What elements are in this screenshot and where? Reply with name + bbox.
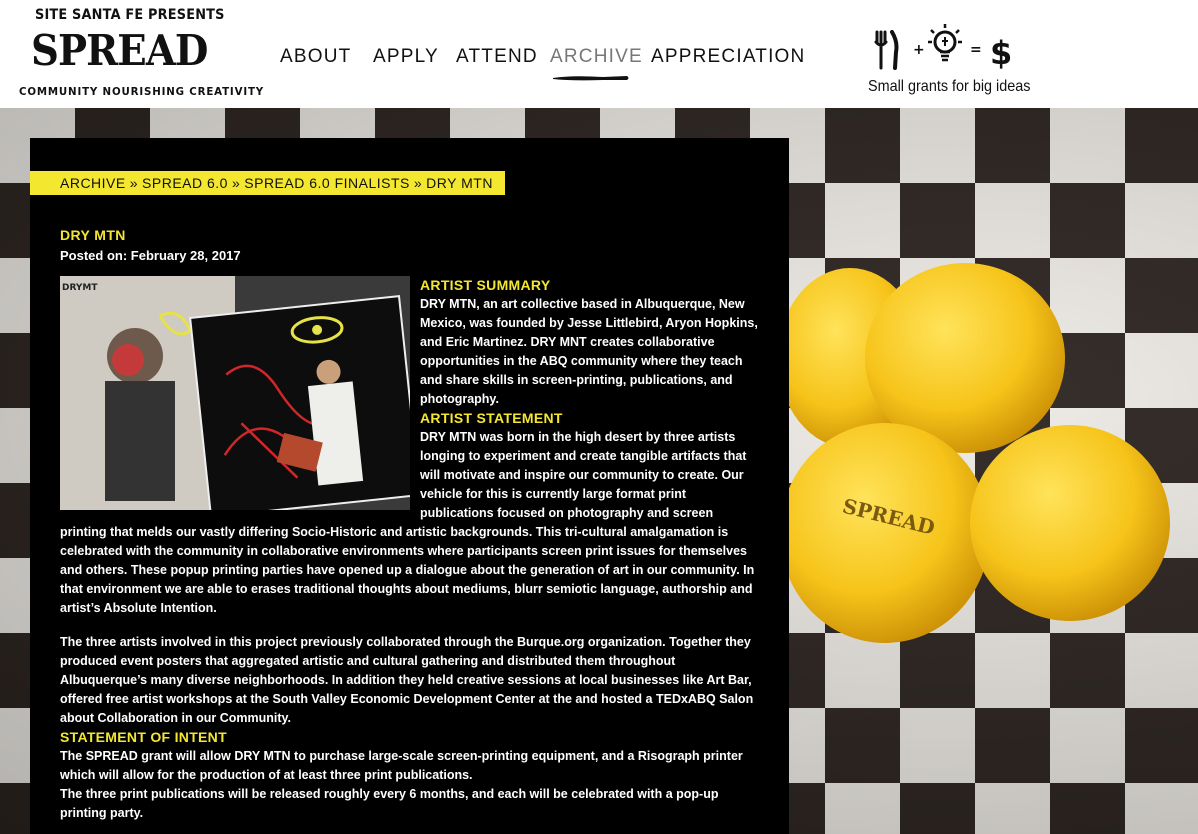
intent-text-2: The three print publications will be rel… (60, 787, 719, 820)
nav-archive[interactable]: ARCHIVE (550, 46, 643, 68)
content-panel: ARCHIVE» SPREAD 6.0» SPREAD 6.0 FINALISTS»… (30, 138, 789, 834)
breadcrumb-separator: » (413, 175, 423, 191)
breadcrumb-separator: » (231, 175, 241, 191)
grants-tagline: Small grants for big ideas (868, 78, 1031, 95)
posted-label: Posted on: (60, 248, 128, 263)
post-featured-image[interactable]: DRYMT (60, 276, 410, 510)
lightbulb-icon (928, 24, 962, 62)
nav-apply[interactable]: APPLY (373, 46, 439, 68)
posted-date: February 28, 2017 (130, 248, 241, 263)
image-label: DRYMT (62, 283, 98, 293)
intent-text-1: The SPREAD grant will allow DRY MTN to p… (60, 749, 743, 782)
svg-text:+: + (913, 42, 925, 58)
breadcrumb: ARCHIVE» SPREAD 6.0» SPREAD 6.0 FINALISTS»… (30, 171, 505, 195)
statement-of-intent-heading: STATEMENT OF INTENT (60, 729, 227, 745)
collaboration-text: The three artists involved in this proje… (60, 635, 754, 725)
svg-text:=: = (970, 42, 982, 58)
post-title: DRY MTN (60, 227, 126, 243)
logo-tagline: COMMUNITY NOURISHING CREATIVITY (19, 85, 265, 98)
breadcrumb-spread-6[interactable]: SPREAD 6.0 (142, 175, 228, 191)
post-meta: Posted on: February 28, 2017 (60, 248, 241, 263)
breadcrumb-separator: » (129, 175, 139, 191)
fork-knife-icon (874, 30, 899, 70)
site-header: SITE SANTA FE PRESENTS SPREAD COMMUNITY … (0, 0, 1198, 108)
lemons-image: SPREAD (780, 263, 1170, 643)
logo-wordmark: SPREAD (31, 26, 208, 75)
grants-equation: + = $ (874, 24, 1012, 70)
post-body: DRYMT ARTIST SUMMARY DRY MTN, an art col… (60, 276, 760, 823)
nav-appreciation[interactable]: APPRECIATION (651, 46, 805, 68)
dollar-icon: $ (990, 34, 1012, 70)
nav-about[interactable]: ABOUT (280, 46, 351, 68)
breadcrumb-finalists[interactable]: SPREAD 6.0 FINALISTS (244, 175, 410, 191)
artists-collage-image: DRYMT (60, 276, 410, 510)
nav-active-knife-underline (553, 76, 629, 81)
nav-attend[interactable]: ATTEND (456, 46, 538, 68)
logo-presents-text: SITE SANTA FE PRESENTS (35, 7, 225, 23)
breadcrumb-archive[interactable]: ARCHIVE (60, 175, 126, 191)
breadcrumb-current: DRY MTN (426, 175, 493, 191)
